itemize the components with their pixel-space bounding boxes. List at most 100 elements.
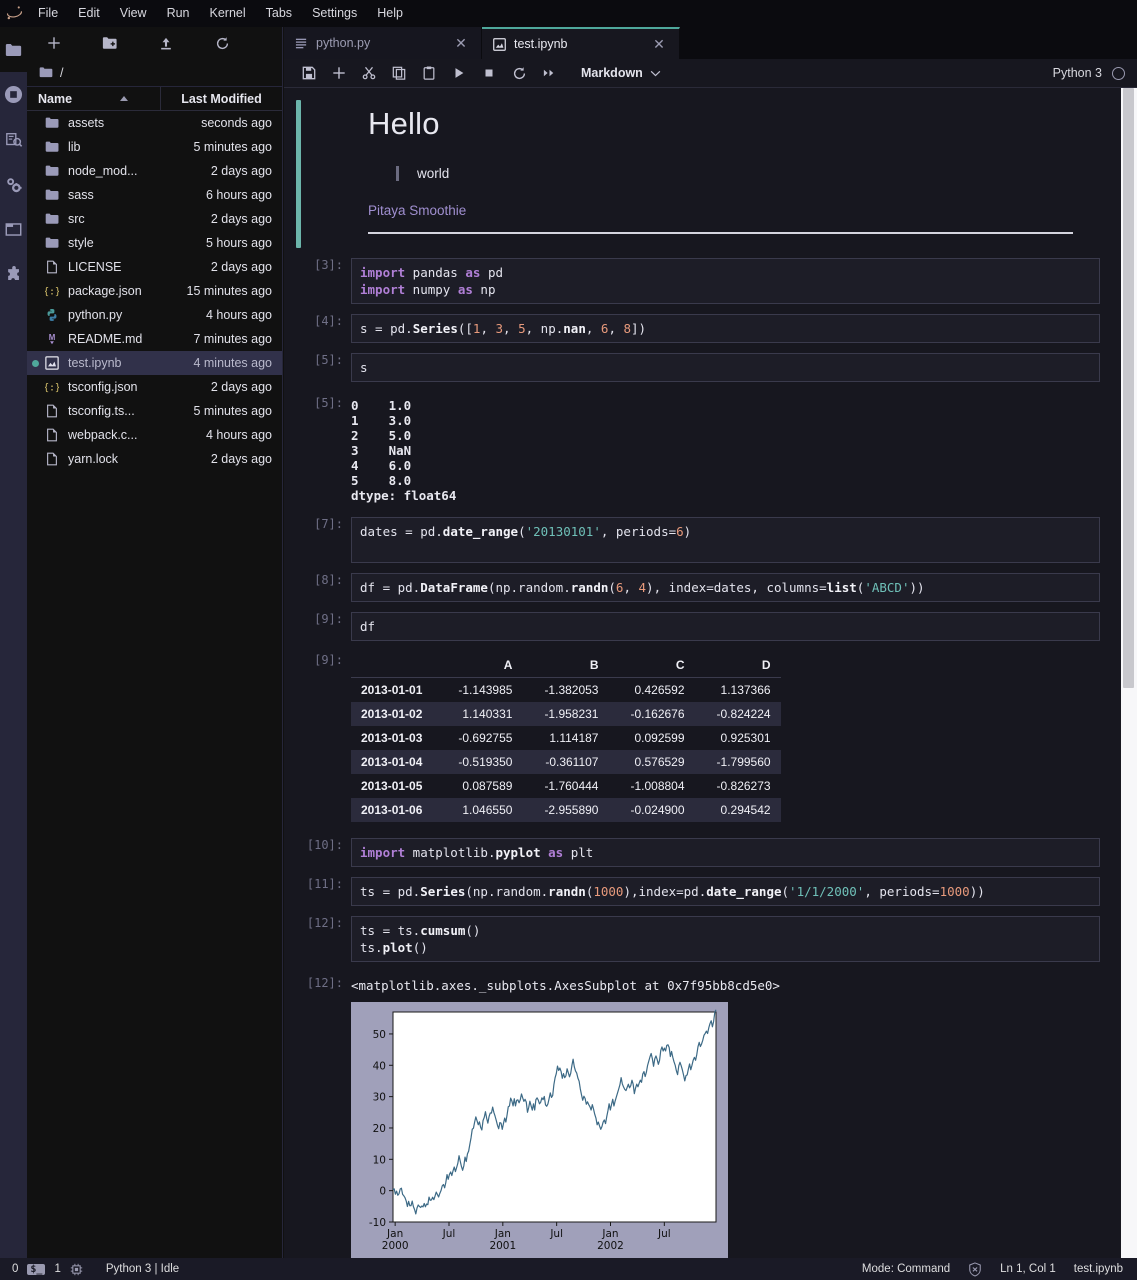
table-cell: -0.024900 [630, 803, 685, 817]
tab-python-py[interactable]: python.py ✕ [284, 27, 482, 59]
tab-test-ipynb[interactable]: test.ipynb ✕ [482, 27, 680, 59]
menu-help[interactable]: Help [367, 0, 413, 27]
file-type-icon [39, 116, 65, 130]
file-list-item[interactable]: sass 6 hours ago [27, 183, 282, 207]
paste-cell-button[interactable] [414, 60, 444, 86]
file-list-item[interactable]: {:} tsconfig.json 2 days ago [27, 375, 282, 399]
sidebar-item-property-inspector[interactable] [0, 162, 27, 207]
file-list-item[interactable]: test.ipynb 4 minutes ago [27, 351, 282, 375]
file-list-item[interactable]: webpack.c... 4 hours ago [27, 423, 282, 447]
column-header-name[interactable]: Name [27, 92, 160, 106]
code-cell[interactable]: [12]: ts = ts.cumsum() ts.plot() [284, 916, 1122, 962]
sidebar-item-extension-manager[interactable] [0, 252, 27, 297]
run-cell-button[interactable] [444, 60, 474, 86]
play-icon [455, 68, 464, 78]
code-editor[interactable]: s = pd.Series([1, 3, 5, np.nan, 6, 8]) [351, 314, 1100, 343]
file-name-label: python.py [68, 308, 123, 322]
kernel-status-text[interactable]: Python 3 | Idle [106, 1263, 179, 1275]
code-cell[interactable]: [9]: df [284, 612, 1122, 641]
file-list-item[interactable]: tsconfig.ts... 5 minutes ago [27, 399, 282, 423]
code-cell[interactable]: [5]: s [284, 353, 1122, 382]
insert-cell-button[interactable] [324, 60, 354, 86]
notebook-scrollbar-track[interactable] [1121, 88, 1137, 1258]
menu-view[interactable]: View [110, 0, 157, 27]
dataframe-table: A B C D 2013-01-01 -1.143985 -1.382053 0.426592… [351, 655, 781, 822]
notebook-scrollbar-thumb[interactable] [1123, 88, 1134, 688]
code-editor[interactable]: import matplotlib.pyplot as plt [351, 838, 1100, 867]
file-list-item[interactable]: node_mod... 2 days ago [27, 159, 282, 183]
file-list-item[interactable]: lib 5 minutes ago [27, 135, 282, 159]
file-list-item[interactable]: assets seconds ago [27, 111, 282, 135]
code-editor[interactable]: s [351, 353, 1100, 382]
dataframe-output-cell[interactable]: [9]: A B C D 2013-01-01 -1.143985 -1.382053 0.4… [284, 653, 1122, 822]
file-list-item[interactable]: M README.md 7 minutes ago [27, 327, 282, 351]
file-list-item[interactable]: src 2 days ago [27, 207, 282, 231]
code-editor[interactable]: df = pd.DataFrame(np.random.randn(6, 4),… [351, 573, 1100, 602]
restart-kernel-button[interactable] [504, 60, 534, 86]
file-browser-toolbar [27, 27, 282, 59]
series-output-cell[interactable]: [5]: 0 1.0 1 3.0 2 5.0 3 NaN 4 6.0 5 8.0… [284, 396, 1122, 503]
sidebar-item-table-of-contents[interactable] [0, 117, 27, 162]
markdown-link[interactable]: Pitaya Smoothie [368, 203, 1100, 218]
code-editor[interactable]: ts = pd.Series(np.random.randn(1000),ind… [351, 877, 1100, 906]
cpu-icon[interactable] [70, 1263, 83, 1276]
menu-edit[interactable]: Edit [68, 0, 110, 27]
fast-forward-icon [543, 69, 553, 77]
code-cell[interactable]: [7]: dates = pd.date_range('20130101', pe… [284, 517, 1122, 563]
file-modified-label: seconds ago [201, 116, 272, 130]
repr-output-cell[interactable]: [12]: <matplotlib.axes._subplots.AxesSub… [284, 976, 1122, 993]
notebook-scroll-area[interactable]: Hello world Pitaya Smoothie [3]: import p… [284, 88, 1137, 1258]
save-button[interactable] [294, 60, 324, 86]
kernel-status-area[interactable]: Python 3 [1053, 66, 1137, 80]
table-row-header: 2013-01-05 [361, 779, 423, 793]
file-name-label: tsconfig.json [68, 380, 138, 394]
cell-type-dropdown[interactable]: Markdown [581, 66, 661, 80]
code-editor[interactable]: import pandas as pd import numpy as np [351, 258, 1100, 304]
interrupt-kernel-button[interactable] [474, 60, 504, 86]
code-cell[interactable]: [11]: ts = pd.Series(np.random.randn(1000… [284, 877, 1122, 906]
breadcrumb[interactable]: / [27, 59, 282, 87]
new-folder-button[interactable] [99, 32, 121, 54]
upload-button[interactable] [155, 32, 177, 54]
sidebar-item-file-browser[interactable] [0, 27, 27, 72]
column-header-last-modified[interactable]: Last Modified [160, 86, 282, 111]
file-type-icon [39, 404, 65, 418]
cut-cell-button[interactable] [354, 60, 384, 86]
code-editor[interactable]: dates = pd.date_range('20130101', period… [351, 517, 1100, 563]
file-list-item[interactable]: style 5 hours ago [27, 231, 282, 255]
file-type-icon [39, 164, 65, 178]
code-cell[interactable]: [4]: s = pd.Series([1, 3, 5, np.nan, 6, 8… [284, 314, 1122, 343]
code-editor[interactable]: df [351, 612, 1100, 641]
markdown-cell[interactable]: Hello world Pitaya Smoothie [284, 88, 1122, 248]
table-row: 2013-01-03 -0.692755 1.114187 0.092599 0.925… [351, 726, 781, 750]
menu-file[interactable]: File [28, 0, 68, 27]
sidebar-item-running-terminals[interactable] [0, 72, 27, 117]
code-editor[interactable]: ts = ts.cumsum() ts.plot() [351, 916, 1100, 962]
menu-run[interactable]: Run [157, 0, 200, 27]
menu-kernel[interactable]: Kernel [200, 0, 256, 27]
chevron-down-icon [650, 70, 661, 76]
terminal-icon[interactable]: $_ [27, 1263, 46, 1275]
code-cell[interactable]: [3]: import pandas as pd import numpy as n… [284, 258, 1122, 304]
menu-tabs[interactable]: Tabs [256, 0, 302, 27]
table-cell: 1.046550 [462, 803, 513, 817]
code-cell[interactable]: [10]: import matplotlib.pyplot as plt [284, 838, 1122, 867]
kernel-idle-indicator [1112, 66, 1125, 80]
file-list-item[interactable]: LICENSE 2 days ago [27, 255, 282, 279]
tab-close-icon[interactable]: ✕ [453, 35, 469, 51]
file-type-icon: {:} [39, 284, 65, 298]
refresh-button[interactable] [211, 32, 233, 54]
file-list-item[interactable]: yarn.lock 2 days ago [27, 447, 282, 471]
file-browser-panel: / Name Last Modified assets seconds ago li… [27, 27, 283, 1258]
file-list-item[interactable]: python.py 4 hours ago [27, 303, 282, 327]
file-list-item[interactable]: {:} package.json 15 minutes ago [27, 279, 282, 303]
copy-cell-button[interactable] [384, 60, 414, 86]
tab-close-icon[interactable]: ✕ [651, 36, 667, 52]
menu-settings[interactable]: Settings [302, 0, 367, 27]
shield-disabled-icon[interactable] [968, 1261, 982, 1277]
restart-and-run-all-button[interactable] [534, 60, 564, 86]
plot-output-cell[interactable]: -10 0 10 20 30 40 50 Jan 2000 Jul Jan 2001 Jul Jan 200… [284, 1002, 1122, 1258]
sidebar-item-open-tabs[interactable] [0, 207, 27, 252]
code-cell[interactable]: [8]: df = pd.DataFrame(np.random.randn(6,… [284, 573, 1122, 602]
new-launcher-button[interactable] [43, 32, 65, 54]
